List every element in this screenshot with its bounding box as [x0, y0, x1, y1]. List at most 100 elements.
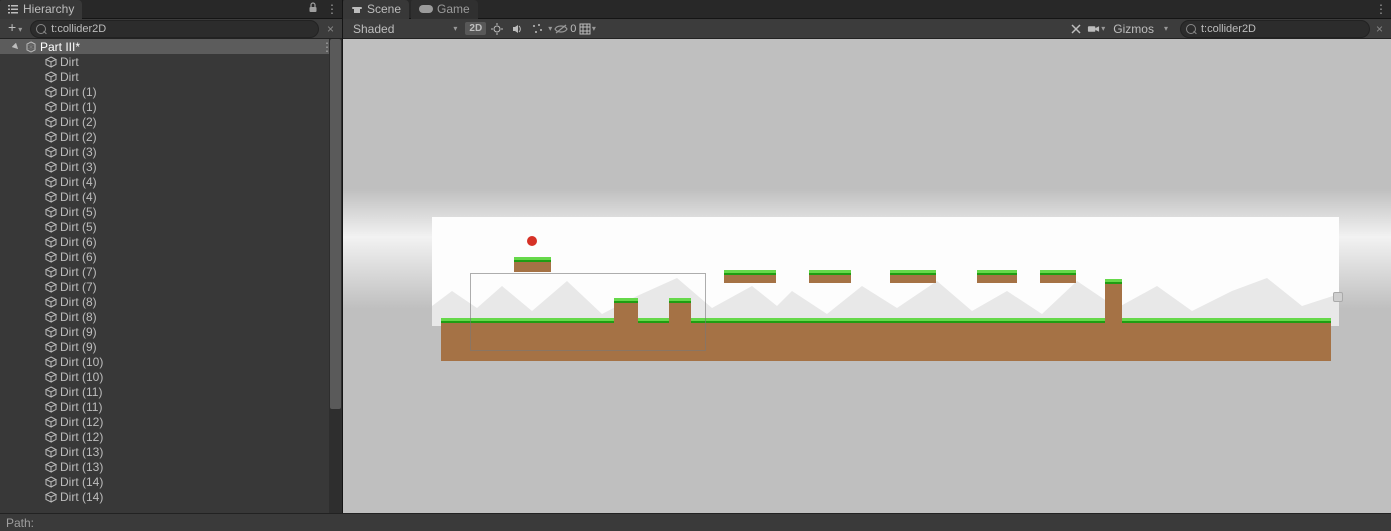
hierarchy-item-label: Dirt (13) [60, 460, 103, 474]
gameobject-icon [44, 370, 58, 384]
shading-mode-dropdown[interactable]: Shaded▾ [347, 20, 463, 38]
gameobject-icon [44, 430, 58, 444]
hierarchy-item[interactable]: Dirt (10) [0, 369, 342, 384]
gameobject-icon [44, 85, 58, 99]
hierarchy-item[interactable]: Dirt (9) [0, 339, 342, 354]
hierarchy-item[interactable]: Dirt (7) [0, 279, 342, 294]
gameobject-icon [44, 130, 58, 144]
hierarchy-search[interactable] [30, 20, 319, 38]
hierarchy-item[interactable]: Dirt (3) [0, 159, 342, 174]
tab-game[interactable]: Game [411, 0, 478, 19]
gameobject-icon [44, 295, 58, 309]
hierarchy-item[interactable]: Dirt (12) [0, 414, 342, 429]
gameobject-icon [44, 235, 58, 249]
hierarchy-item[interactable]: Dirt (7) [0, 264, 342, 279]
hierarchy-item-label: Dirt (2) [60, 115, 97, 129]
gameobject-icon [44, 460, 58, 474]
create-dropdown[interactable]: +▾ [4, 20, 26, 37]
foldout-icon[interactable] [12, 43, 22, 51]
scene-icon [351, 4, 363, 15]
eye-off-icon [554, 24, 568, 34]
hierarchy-item-label: Dirt (7) [60, 265, 97, 279]
hierarchy-search-input[interactable] [30, 20, 319, 38]
hierarchy-item[interactable]: Dirt (5) [0, 204, 342, 219]
hierarchy-item[interactable]: Dirt (13) [0, 444, 342, 459]
scene-search[interactable] [1180, 20, 1370, 38]
hierarchy-item[interactable]: Dirt (12) [0, 429, 342, 444]
hierarchy-item[interactable]: Dirt (13) [0, 459, 342, 474]
hierarchy-tab[interactable]: Hierarchy [0, 0, 82, 19]
selection-handle[interactable] [1333, 292, 1343, 302]
gameobject-icon [44, 205, 58, 219]
path-label: Path: [6, 516, 34, 530]
unity-icon [24, 40, 38, 54]
hierarchy-item[interactable]: Dirt (3) [0, 144, 342, 159]
gameobject-icon [44, 355, 58, 369]
hierarchy-item[interactable]: Dirt (11) [0, 384, 342, 399]
hierarchy-item[interactable]: Dirt (6) [0, 234, 342, 249]
hierarchy-item[interactable]: Dirt (9) [0, 324, 342, 339]
gameobject-icon [44, 310, 58, 324]
fx-icon[interactable] [528, 20, 546, 38]
panel-menu-icon[interactable]: ⋮ [322, 2, 342, 16]
hierarchy-item[interactable]: Dirt (8) [0, 309, 342, 324]
scene-panel: Scene Game ⋮ Shaded▾ 2D ▾ 0 ▾ [343, 0, 1391, 513]
grid-icon[interactable]: ▾ [578, 20, 596, 38]
float-6 [986, 270, 1006, 283]
hierarchy-item-label: Dirt (9) [60, 325, 97, 339]
hierarchy-item[interactable]: Dirt (1) [0, 99, 342, 114]
gameobject-icon [44, 490, 58, 504]
hierarchy-item-label: Dirt (4) [60, 190, 97, 204]
hierarchy-item-label: Dirt [60, 70, 79, 84]
scene-viewport[interactable] [343, 39, 1391, 513]
gizmos-label: Gizmos [1113, 22, 1154, 36]
hidden-dropdown[interactable]: 0 [554, 23, 576, 35]
hierarchy-item-label: Dirt (10) [60, 370, 103, 384]
shading-mode-label: Shaded [353, 22, 394, 36]
hierarchy-item[interactable]: Dirt (10) [0, 354, 342, 369]
hierarchy-item[interactable]: Dirt [0, 69, 342, 84]
hierarchy-item-label: Dirt (8) [60, 310, 97, 324]
tab-scene[interactable]: Scene [343, 0, 409, 19]
scrollbar-track[interactable] [329, 39, 342, 513]
hierarchy-item[interactable]: Dirt (4) [0, 189, 342, 204]
hierarchy-item[interactable]: Dirt (4) [0, 174, 342, 189]
hierarchy-item[interactable]: Dirt [0, 54, 342, 69]
hierarchy-item[interactable]: Dirt (11) [0, 399, 342, 414]
float-3 [809, 270, 851, 283]
gameobject-icon [44, 250, 58, 264]
hierarchy-item-label: Dirt (1) [60, 100, 97, 114]
hierarchy-item[interactable]: Dirt (14) [0, 489, 342, 504]
hierarchy-item[interactable]: Dirt (14) [0, 474, 342, 489]
scene-panel-menu-icon[interactable]: ⋮ [1371, 2, 1391, 16]
hierarchy-item[interactable]: Dirt (2) [0, 129, 342, 144]
gizmos-dropdown[interactable]: Gizmos▾ [1107, 20, 1174, 38]
lighting-icon[interactable] [488, 20, 506, 38]
list-icon [8, 4, 19, 14]
gameobject-icon [44, 190, 58, 204]
lock-icon[interactable] [304, 2, 322, 16]
hierarchy-item-label: Dirt (4) [60, 175, 97, 189]
hierarchy-item[interactable]: Dirt (1) [0, 84, 342, 99]
gameobject-icon [44, 400, 58, 414]
hierarchy-item-label: Dirt (3) [60, 160, 97, 174]
camera-icon[interactable]: ▾ [1087, 20, 1105, 38]
scene-search-input[interactable] [1180, 20, 1370, 38]
scene-root[interactable]: Part III*⋮ [0, 39, 342, 54]
gameobject-icon [44, 265, 58, 279]
game-icon [419, 4, 433, 14]
tools-icon[interactable] [1067, 20, 1085, 38]
hierarchy-item[interactable]: Dirt (8) [0, 294, 342, 309]
hierarchy-toolbar: +▾ × [0, 19, 342, 39]
scene-clear-search-icon[interactable]: × [1372, 22, 1387, 36]
hierarchy-item[interactable]: Dirt (2) [0, 114, 342, 129]
scrollbar-thumb[interactable] [330, 39, 341, 409]
hierarchy-item[interactable]: Dirt (5) [0, 219, 342, 234]
toggle-2d[interactable]: 2D [465, 22, 486, 35]
float-1 [514, 257, 551, 272]
selection-outline [470, 273, 706, 351]
audio-icon[interactable] [508, 20, 526, 38]
hierarchy-item[interactable]: Dirt (6) [0, 249, 342, 264]
hierarchy-item-label: Dirt (1) [60, 85, 97, 99]
clear-search-icon[interactable]: × [323, 22, 338, 36]
